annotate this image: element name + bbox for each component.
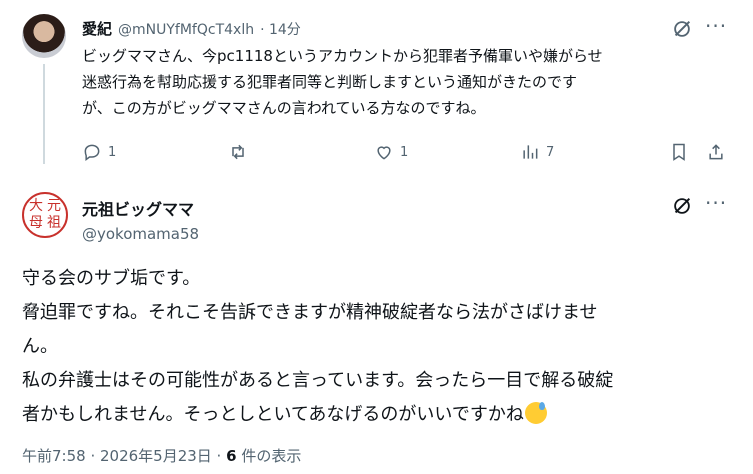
- main-post-text: 守る会のサブ垢です。 脅迫罪ですね。それこそ告訴できますが精神破綻者なら法がさば…: [22, 262, 722, 432]
- thread-line: [43, 64, 45, 164]
- display-name[interactable]: 愛紀: [82, 18, 112, 39]
- reply-text-line: が、この方がビッグママさんの言われている方なのですね。: [82, 99, 486, 117]
- reply-text-line: ビッグママさん、今pc1118というアカウントから犯罪者予備軍いや嫌がらせ: [82, 47, 603, 65]
- avatar-char: 母: [29, 215, 43, 231]
- share-button[interactable]: [706, 142, 726, 162]
- post-text-line: 者かもしれません。そっとしといてあなげるのがいいですかね: [22, 398, 722, 432]
- post-timestamp[interactable]: 午前7:58 · 2026年5月23日 ·: [22, 447, 226, 465]
- avatar-char: 元: [47, 198, 61, 214]
- bookmark-button[interactable]: [669, 142, 689, 162]
- repost-button[interactable]: [228, 142, 254, 162]
- avatar-char: 祖: [47, 215, 61, 231]
- reply-count: 1: [108, 144, 117, 160]
- view-label: 件の表示: [236, 447, 302, 465]
- main-post-header: 元祖ビッグママ @yokomama58: [82, 196, 199, 243]
- avatar[interactable]: [22, 14, 66, 58]
- avatar-char: 大: [29, 198, 43, 214]
- reply-text: ビッグママさん、今pc1118というアカウントから犯罪者予備軍いや嫌がらせ 迷惑…: [82, 43, 712, 121]
- views-icon: [523, 145, 538, 159]
- share-icon: [709, 144, 723, 160]
- more-icon[interactable]: ···: [705, 14, 727, 38]
- like-button[interactable]: 1: [374, 142, 408, 162]
- post-text-line: ん。: [22, 336, 58, 357]
- bookmark-icon: [673, 143, 685, 161]
- handle[interactable]: @mNUYfMfQcT4xlh: [118, 22, 254, 38]
- views-count: 7: [546, 144, 555, 160]
- view-count: 6: [226, 447, 237, 465]
- post-text-line: 私の弁護士はその可能性があると言っています。会ったら一目で解る破綻: [22, 370, 614, 391]
- reply-text-line: 迷惑行為を幇助応援する犯罪者同等と判断しますという通知がきたのです: [82, 73, 578, 91]
- grok-icon[interactable]: [671, 18, 693, 44]
- post-text-line: 脅迫罪ですね。それこそ告訴できますが精神破綻者なら法がさばけませ: [22, 302, 598, 323]
- avatar[interactable]: 大 元 母 祖: [22, 192, 68, 238]
- display-name[interactable]: 元祖ビッグママ: [82, 196, 199, 220]
- views-button[interactable]: 7: [520, 142, 554, 162]
- sweat-smile-emoji: [524, 402, 547, 424]
- repost-icon: [232, 144, 244, 160]
- post-text-line: 守る会のサブ垢です。: [22, 268, 201, 289]
- post-text-segment: 者かもしれません。そっとしといてあなげるのがいいですかね: [22, 404, 524, 425]
- grok-icon[interactable]: [671, 195, 693, 221]
- reply-button[interactable]: 1: [82, 142, 116, 162]
- like-count: 1: [400, 144, 409, 160]
- reply-icon: [84, 144, 100, 161]
- post-metadata: 午前7:58 · 2026年5月23日 · 6 件の表示: [22, 445, 301, 466]
- post-time[interactable]: · 14分: [260, 19, 301, 39]
- more-icon[interactable]: ···: [705, 191, 727, 215]
- handle[interactable]: @yokomama58: [82, 225, 199, 243]
- like-icon: [377, 146, 391, 160]
- reply-header: 愛紀 @mNUYfMfQcT4xlh · 14分: [82, 18, 301, 39]
